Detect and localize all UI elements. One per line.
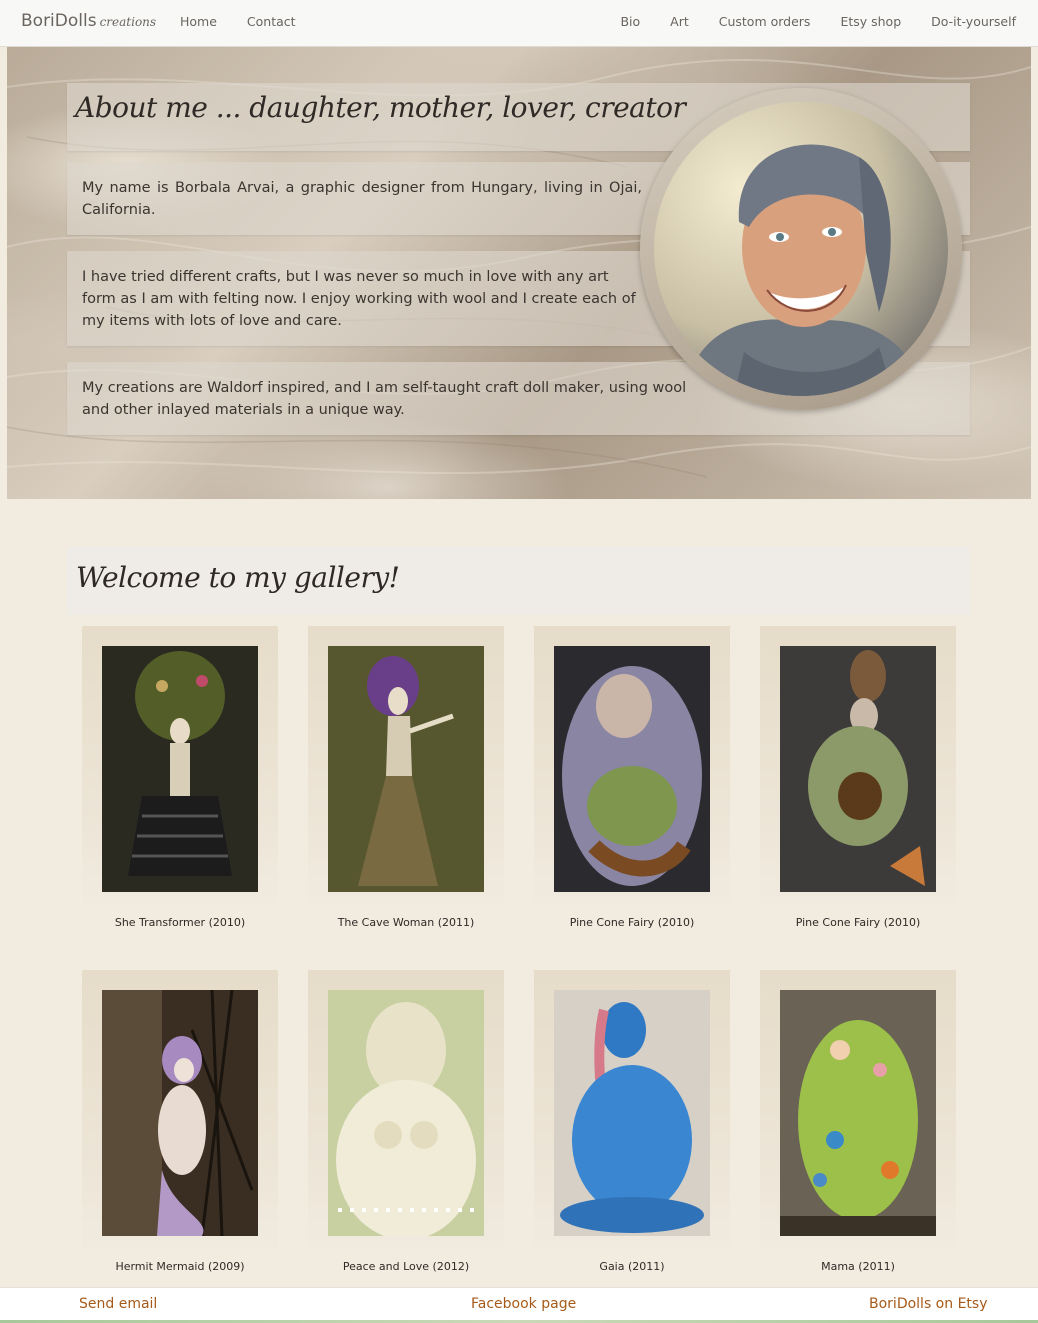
doll-photo[interactable] [102, 646, 258, 892]
gallery-caption: Pine Cone Fairy (2010) [569, 916, 695, 929]
doll-photo[interactable] [554, 990, 710, 1236]
gallery-caption: Peace and Love (2012) [342, 1260, 470, 1273]
doll-photo[interactable] [102, 990, 258, 1236]
nav-home[interactable]: Home [180, 14, 217, 29]
brand-name: BoriDolls [21, 11, 97, 31]
gallery-item-peace-and-love[interactable]: Peace and Love (2012) [308, 970, 504, 1273]
etsy-shop-link[interactable]: BoriDolls on Etsy [869, 1296, 988, 1312]
nav-custom-orders[interactable]: Custom orders [719, 14, 811, 29]
facebook-page-link[interactable]: Facebook page [471, 1296, 576, 1312]
gallery-item-mama[interactable]: Mama (2011) [760, 970, 956, 1273]
gallery-caption: Pine Cone Fairy (2010) [795, 916, 921, 929]
gallery-item-hermit-mermaid[interactable]: Hermit Mermaid (2009) [82, 970, 278, 1273]
gallery-caption: She Transformer (2010) [114, 916, 246, 929]
nav-right: Bio Art Custom orders Etsy shop Do-it-yo… [594, 14, 1016, 29]
footer-bar: Send email Facebook page BoriDolls on Et… [0, 1287, 1038, 1323]
gallery-item-gaia[interactable]: Gaia (2011) [534, 970, 730, 1273]
doll-photo[interactable] [328, 646, 484, 892]
brand-logo[interactable]: BoriDolls creations [21, 11, 156, 31]
doll-photo[interactable] [780, 646, 936, 892]
about-hero: About me ... daughter, mother, lover, cr… [7, 47, 1031, 499]
send-email-link[interactable]: Send email [79, 1296, 157, 1312]
gallery-item-pine-cone-fairy-2[interactable]: Pine Cone Fairy (2010) [760, 626, 956, 929]
gallery-title-band: Welcome to my gallery! [67, 547, 970, 615]
nav-etsy-shop[interactable]: Etsy shop [840, 14, 901, 29]
gallery-caption: Mama (2011) [821, 1260, 895, 1273]
about-paragraph-1: My name is Borbala Arvai, a graphic desi… [82, 180, 642, 218]
about-title: About me ... daughter, mother, lover, cr… [75, 91, 686, 124]
about-paragraph-3: My creations are Waldorf inspired, and I… [82, 380, 687, 418]
nav-diy[interactable]: Do-it-yourself [931, 14, 1016, 29]
gallery-item-she-transformer[interactable]: She Transformer (2010) [82, 626, 278, 929]
about-paragraph-2: I have tried different crafts, but I was… [82, 269, 636, 329]
nav-art[interactable]: Art [670, 14, 689, 29]
gallery-caption: Hermit Mermaid (2009) [115, 1260, 245, 1273]
nav-bio[interactable]: Bio [620, 14, 640, 29]
gallery-item-pine-cone-fairy-1[interactable]: Pine Cone Fairy (2010) [534, 626, 730, 929]
doll-photo[interactable] [554, 646, 710, 892]
gallery-caption: Gaia (2011) [599, 1260, 665, 1273]
portrait-frame [640, 88, 962, 410]
top-navbar: BoriDolls creations Home Contact Bio Art … [0, 0, 1038, 47]
nav-left: Home Contact [180, 14, 322, 29]
brand-suffix: creations [99, 15, 157, 29]
doll-photo[interactable] [780, 990, 936, 1236]
portrait-photo [654, 102, 948, 396]
nav-contact[interactable]: Contact [247, 14, 296, 29]
gallery-title: Welcome to my gallery! [76, 561, 400, 594]
gallery-item-cave-woman[interactable]: The Cave Woman (2011) [308, 626, 504, 929]
doll-photo[interactable] [328, 990, 484, 1236]
gallery-caption: The Cave Woman (2011) [337, 916, 475, 929]
